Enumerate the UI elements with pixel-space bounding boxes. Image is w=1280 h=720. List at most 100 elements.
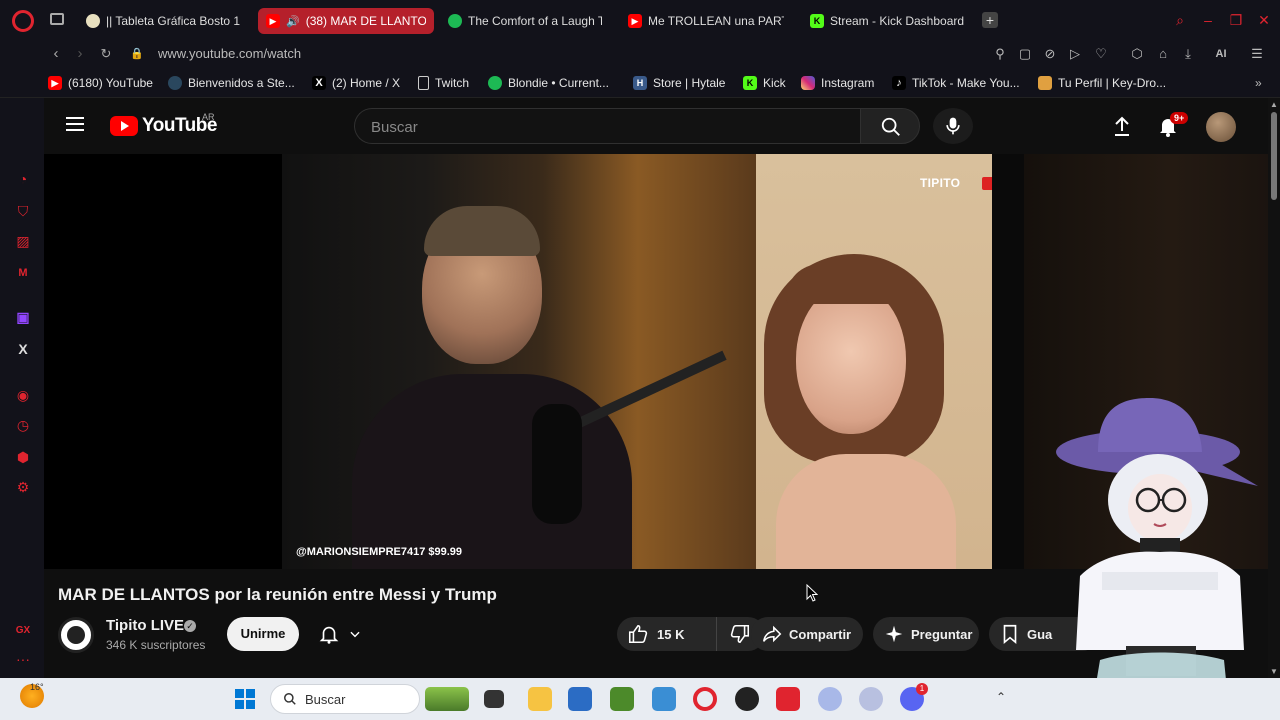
new-tab-button[interactable]: + [982,12,998,28]
aria-icon[interactable]: ◔ [14,170,32,188]
tab-tableta[interactable]: || Tableta Gráfica Bosto 12 [78,8,248,34]
photos-icon[interactable] [652,687,676,711]
lock-icon[interactable]: 🔒 [128,45,146,63]
bookmark-blondie[interactable]: Blondie • Current... [488,75,609,91]
gx-corner-icon[interactable]: ▨ [14,232,32,250]
youtube-play-icon [110,116,138,136]
extensions-icon[interactable]: ⬡ [1129,46,1145,62]
pin-icon[interactable]: ⚲ [992,46,1008,62]
tab-workspace-icon[interactable] [50,13,64,25]
join-button[interactable]: Unirme [227,617,299,651]
adblock-icon[interactable]: ⊘ [1042,46,1058,62]
search-tabs-icon[interactable]: ⌕ [1172,12,1188,28]
upload-icon[interactable] [1110,114,1134,138]
youtube-header: YouTube AR 9+ [44,98,1268,154]
sparkle-icon [885,625,903,643]
scroll-up-arrow-icon[interactable]: ▲ [1270,100,1278,109]
subscribe-bell-button[interactable] [312,617,376,651]
bookmark-instagram[interactable]: Instagram [801,75,874,91]
task-view-icon[interactable] [484,690,504,708]
url-field[interactable]: www.youtube.com/watch [158,46,301,61]
bookmark-steam[interactable]: Bienvenidos a Ste... [168,75,295,91]
easy-setup-icon[interactable]: ☰ [1249,46,1265,62]
bookmark-hytale[interactable]: H Store | Hytale [633,75,725,91]
maximize-icon[interactable]: ❐ [1228,12,1244,28]
close-icon[interactable]: ✕ [1256,12,1272,28]
system-tray-chevron-icon[interactable]: ⌃ [996,690,1006,704]
tiktok-studio-icon[interactable] [776,687,800,711]
microsoft-store-icon[interactable] [568,687,592,711]
youtube-logo[interactable]: YouTube [110,115,217,137]
search-button[interactable] [860,108,920,144]
bookmark-keydrop[interactable]: Tu Perfil | Key-Dro... [1038,75,1166,91]
guest-face [796,284,906,434]
like-dislike-group: 15 K [617,617,765,651]
like-button[interactable]: 15 K [617,617,717,651]
ask-button[interactable]: Preguntar [873,617,979,651]
download-icon[interactable]: ⤓ [1180,46,1196,62]
temperature-label: 16° [30,682,44,692]
share-button[interactable]: Compartir [751,617,863,651]
forward-icon[interactable]: › [71,45,89,63]
steam-icon [168,76,182,90]
video-guest-panel: TIPITO [756,154,992,569]
bookmark-youtube[interactable]: ▶ (6180) YouTube [48,75,153,91]
share-icon [762,625,782,643]
x-sidebar-icon[interactable]: X [14,340,32,358]
search-input[interactable] [371,117,831,137]
channel-watermark: TIPITO [920,176,961,190]
voice-search-button[interactable] [933,108,973,144]
minecraft-icon[interactable] [610,687,634,711]
player-icon[interactable]: ▷ [1067,46,1083,62]
file-explorer-icon[interactable] [528,687,552,711]
spotify-tab-icon [448,14,462,28]
player-sidebar-icon[interactable]: ◉ [14,386,32,404]
channel-name[interactable]: Tipito LIVE [106,617,184,634]
tab-spotify[interactable]: The Comfort of a Laugh T [440,8,610,34]
tab-youtube-troll[interactable]: ▶ Me TROLLEAN una PARTI [620,8,792,34]
opera-logo-icon[interactable] [12,10,34,32]
user-avatar[interactable] [1206,112,1236,142]
subscriber-count: 346 K suscriptores [106,638,206,652]
menu-icon[interactable] [66,117,84,131]
crypto-wallet-icon[interactable]: ⛉ [14,202,32,220]
vtube-app-2-icon[interactable] [859,687,883,711]
channel-avatar[interactable] [58,617,94,653]
messenger-icon[interactable]: M [14,264,32,282]
notifications-badge: 9+ [1170,112,1189,124]
snapshot-icon[interactable]: ▢ [1017,46,1033,62]
scroll-thumb[interactable] [1271,112,1277,200]
bookmarks-overflow-icon[interactable]: » [1255,75,1262,91]
extensions-sidebar-icon[interactable]: ⬢ [14,448,32,466]
history-icon[interactable]: ◷ [14,416,32,434]
video-host-panel: @MARIONSIEMPRE7417 $99.99 [282,154,756,569]
windows-start-icon[interactable] [233,687,257,711]
vtube-app-icon[interactable] [818,687,842,711]
back-icon[interactable]: ‹ [47,45,65,63]
superchat-overlay: @MARIONSIEMPRE7417 $99.99 [296,546,463,558]
tab-youtube-active[interactable]: ▶ 🔊 (38) MAR DE LLANTOS [258,8,434,34]
twitch-icon[interactable]: ▣ [14,308,32,326]
kick-tab-icon: K [810,14,824,28]
settings-icon[interactable]: ⚙ [14,478,32,496]
obs-icon[interactable] [735,687,759,711]
share-label: Compartir [789,626,852,642]
bookmark-twitch[interactable]: Twitch [418,75,469,91]
bookmark-tiktok[interactable]: ♪ TikTok - Make You... [892,75,1020,91]
audio-playing-icon[interactable]: 🔊 [286,15,300,28]
aria-ai-button[interactable]: AI [1206,46,1236,62]
reload-icon[interactable]: ↻ [97,45,115,63]
more-icon[interactable]: ··· [14,650,32,668]
wallet-icon[interactable]: ⌂ [1155,46,1171,62]
heart-icon[interactable]: ♡ [1093,46,1109,62]
thumbs-up-icon [628,624,648,644]
bookmark-kick[interactable]: K Kick [743,75,786,91]
tab-kick[interactable]: K Stream - Kick Dashboard [802,8,974,34]
video-divider [992,154,1024,569]
opera-gx-icon[interactable] [693,687,717,711]
bookmark-x[interactable]: X (2) Home / X [312,75,400,91]
taskbar-search[interactable]: Buscar [270,684,420,714]
widget-landscape-icon[interactable] [425,687,469,711]
minimize-icon[interactable]: – [1200,12,1216,28]
gx-logo-icon[interactable]: GX [14,622,32,640]
